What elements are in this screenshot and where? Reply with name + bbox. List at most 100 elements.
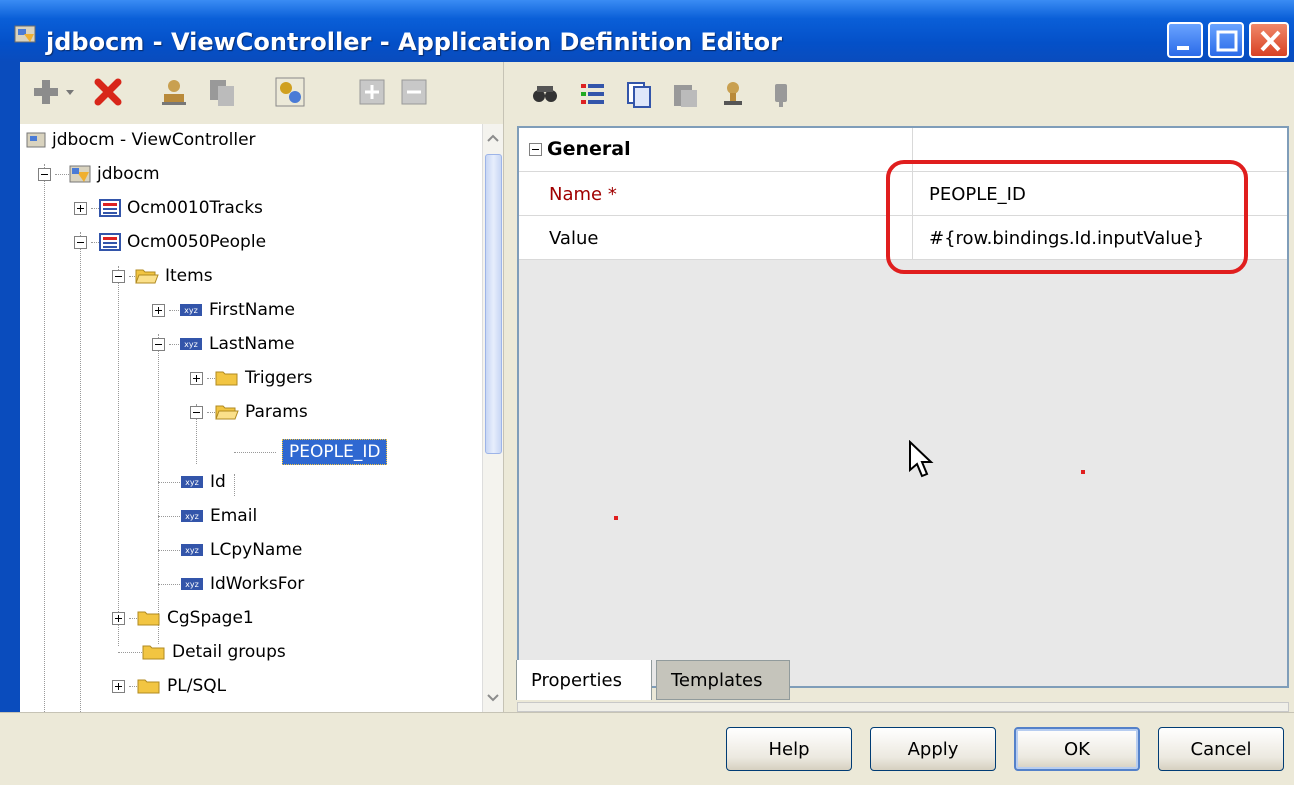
tree-item[interactable]: xyz Id xyxy=(158,466,226,498)
help-button[interactable]: Help xyxy=(726,727,852,771)
stamp-icon[interactable] xyxy=(719,80,747,108)
svg-text:xyz: xyz xyxy=(185,512,199,521)
item-icon: xyz xyxy=(180,304,202,316)
project-icon xyxy=(26,132,46,148)
svg-text:xyz: xyz xyxy=(185,546,199,555)
tab-label: Templates xyxy=(671,669,763,691)
tree-item[interactable]: Triggers xyxy=(190,362,313,394)
item-icon: xyz xyxy=(180,338,202,350)
tree-item-label: Email xyxy=(210,506,258,526)
folder-icon xyxy=(215,371,238,386)
add-icon[interactable] xyxy=(30,76,62,108)
tree-item[interactable]: jdbocm - ViewController xyxy=(26,124,256,156)
tree-item-label: Params xyxy=(245,402,308,422)
collapse-icon[interactable] xyxy=(38,167,51,181)
tree-item-label: Triggers xyxy=(245,368,313,388)
navigator-pane: jdbocm - ViewController jdbocm Ocm0010Tr… xyxy=(20,62,503,712)
tree-item-label: IdWorksFor xyxy=(210,574,305,594)
tree-item-selected[interactable]: PEOPLE_ID xyxy=(234,436,388,468)
tab-properties[interactable]: Properties xyxy=(516,660,652,700)
expand-icon[interactable] xyxy=(74,201,87,215)
module-icon xyxy=(99,233,121,251)
annotation-dot xyxy=(614,516,618,520)
collapse-all-icon[interactable] xyxy=(398,76,430,108)
scrollbar-thumb[interactable] xyxy=(485,154,502,454)
copy-icon[interactable] xyxy=(206,76,238,108)
collapse-icon[interactable] xyxy=(74,235,87,249)
apply-button[interactable]: Apply xyxy=(870,727,996,771)
expand-all-icon[interactable] xyxy=(356,76,388,108)
horizontal-scrollbar[interactable] xyxy=(517,702,1289,712)
navigator-tree: jdbocm - ViewController jdbocm Ocm0010Tr… xyxy=(20,124,482,712)
folder-icon xyxy=(137,679,160,694)
list-icon[interactable] xyxy=(579,80,607,108)
find-icon[interactable] xyxy=(531,80,559,108)
folder-icon xyxy=(137,611,160,626)
tree-item-label: Ocm0050People xyxy=(127,232,267,252)
collapse-icon[interactable] xyxy=(190,405,203,419)
svg-text:xyz: xyz xyxy=(184,306,198,315)
collapse-icon[interactable] xyxy=(529,143,542,156)
item-icon: xyz xyxy=(181,578,203,590)
generate-icon[interactable] xyxy=(274,76,306,108)
folder-open-icon xyxy=(215,405,239,420)
property-toolbar xyxy=(513,62,1294,124)
item-icon: xyz xyxy=(181,476,203,488)
svg-text:xyz: xyz xyxy=(185,478,199,487)
expand-icon[interactable] xyxy=(190,371,203,385)
tree-item[interactable]: xyz LCpyName xyxy=(158,534,302,566)
tree-item-label: LastName xyxy=(209,334,295,354)
tree-item[interactable]: Params xyxy=(190,396,308,428)
pin-icon[interactable] xyxy=(767,80,795,108)
tree-item[interactable]: CgSpage1 xyxy=(112,602,254,634)
mouse-cursor-icon xyxy=(909,440,934,478)
tree-item[interactable]: PL/SQL xyxy=(112,670,226,702)
tree-item[interactable]: Ocm0010Tracks xyxy=(74,192,263,224)
paste-icon[interactable] xyxy=(671,80,699,108)
tree-item-label: jdbocm - ViewController xyxy=(52,130,256,150)
application-window: jdbocm - ViewController - Application De… xyxy=(0,0,1294,785)
copy-icon[interactable] xyxy=(625,80,653,108)
item-icon: xyz xyxy=(181,510,203,522)
tree-scrollbar[interactable] xyxy=(482,124,503,712)
highlight-annotation xyxy=(886,160,1248,274)
collapse-icon[interactable] xyxy=(152,337,165,351)
tree-item[interactable]: jdbocm xyxy=(38,158,160,190)
delete-icon[interactable] xyxy=(92,76,124,108)
user-icon[interactable] xyxy=(158,76,190,108)
chevron-down-icon[interactable] xyxy=(483,688,504,708)
tree-item-label: jdbocm xyxy=(97,164,160,184)
tree-item[interactable]: xyz FirstName xyxy=(152,294,295,326)
expand-icon[interactable] xyxy=(152,303,165,317)
collapse-icon[interactable] xyxy=(112,269,125,283)
folder-open-icon xyxy=(135,269,159,284)
expand-icon[interactable] xyxy=(112,611,125,625)
tree-item[interactable]: xyz IdWorksFor xyxy=(158,568,304,600)
chevron-down-icon[interactable] xyxy=(64,76,76,108)
pane-splitter[interactable] xyxy=(503,62,513,712)
tree-item-label: LCpyName xyxy=(210,540,303,560)
tree-item-label: PEOPLE_ID xyxy=(282,439,388,465)
chevron-up-icon[interactable] xyxy=(483,128,504,148)
tree-item[interactable]: xyz Email xyxy=(158,500,257,532)
tree-item-label: CgSpage1 xyxy=(167,608,254,628)
tree-item[interactable]: Detail groups xyxy=(118,636,286,668)
folder-icon xyxy=(142,645,165,660)
minimize-icon xyxy=(1177,46,1189,50)
tree-item[interactable]: xyz LastName xyxy=(152,328,295,360)
property-key: Value xyxy=(549,228,599,249)
svg-text:xyz: xyz xyxy=(185,580,199,589)
close-button[interactable] xyxy=(1249,22,1289,58)
title-bar[interactable]: jdbocm - ViewController - Application De… xyxy=(0,0,1294,62)
minimize-button[interactable] xyxy=(1167,22,1203,58)
property-key: Name * xyxy=(549,184,617,205)
tab-templates[interactable]: Templates xyxy=(656,660,790,700)
tree-item[interactable]: Items xyxy=(112,260,213,292)
expand-icon[interactable] xyxy=(112,679,125,693)
cancel-button[interactable]: Cancel xyxy=(1158,727,1284,771)
item-icon: xyz xyxy=(181,544,203,556)
maximize-button[interactable] xyxy=(1208,22,1244,58)
tree-item[interactable]: Ocm0050People xyxy=(74,226,266,258)
application-icon xyxy=(69,165,91,183)
ok-button[interactable]: OK xyxy=(1014,727,1140,771)
